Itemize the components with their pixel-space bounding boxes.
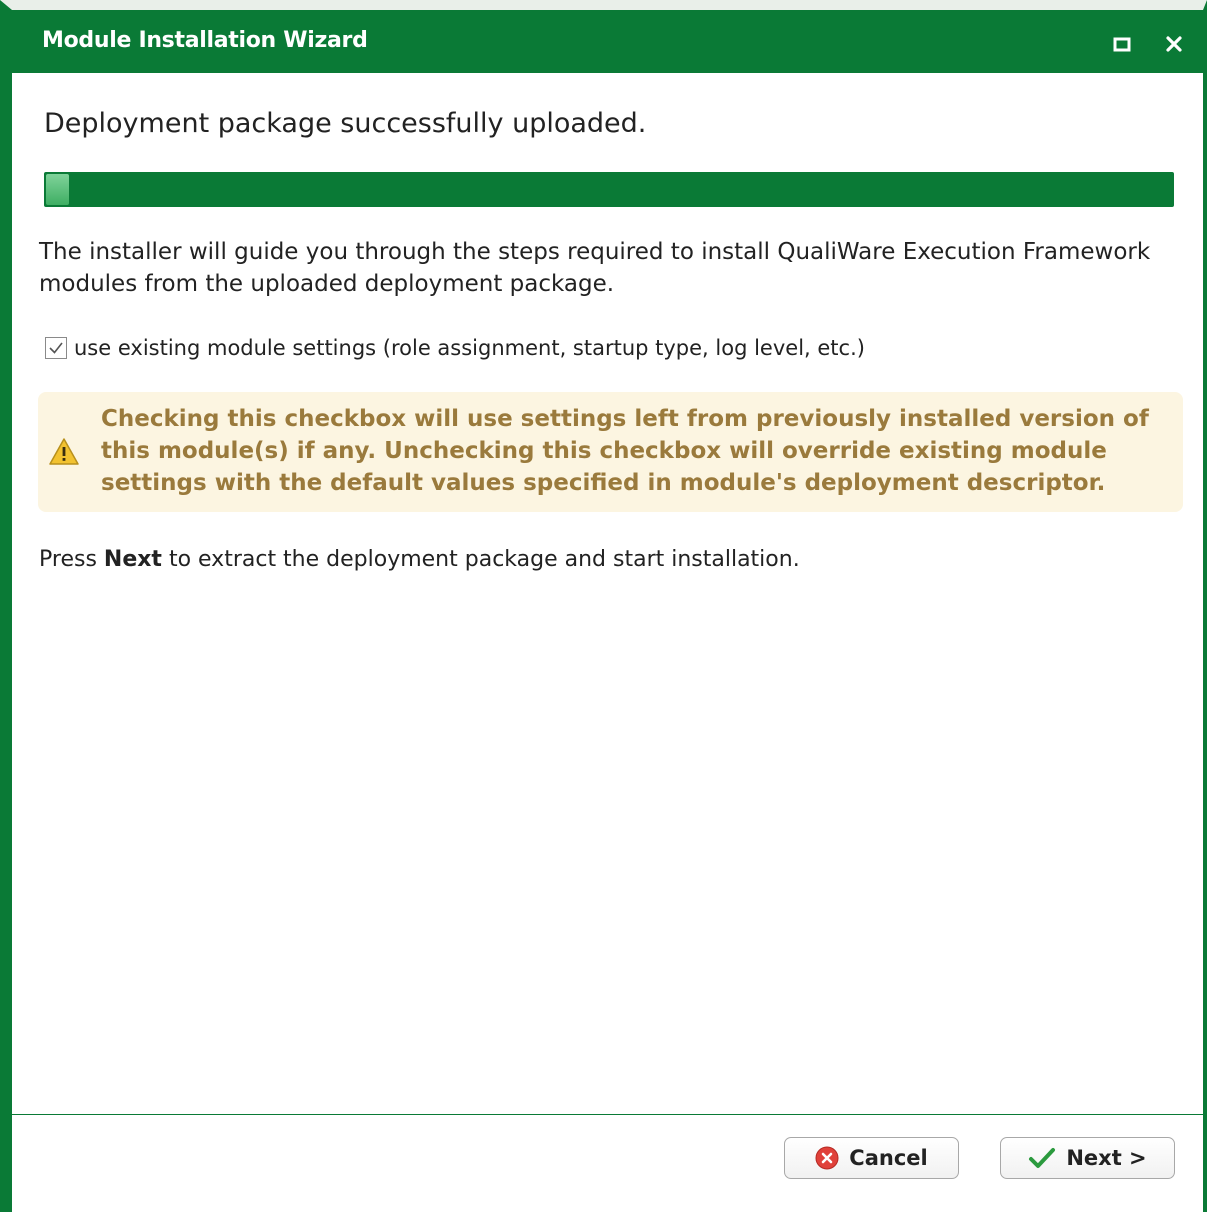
use-existing-settings-checkbox[interactable]	[45, 337, 67, 359]
warning-text: Checking this checkbox will use settings…	[101, 406, 1149, 496]
next-button[interactable]: Next >	[1000, 1137, 1175, 1179]
checkmark-icon	[49, 342, 63, 354]
progress-bar	[44, 172, 1174, 207]
progress-fill	[46, 174, 69, 205]
window-title: Module Installation Wizard	[42, 28, 368, 53]
warning-icon	[48, 437, 80, 471]
checkbox-label: use existing module settings (role assig…	[74, 336, 865, 360]
maximize-button[interactable]	[1110, 32, 1134, 56]
instruction-suffix: to extract the deployment package and st…	[161, 547, 800, 572]
installer-description: The installer will guide you through the…	[39, 239, 1151, 297]
cancel-label: Cancel	[849, 1146, 928, 1170]
close-button[interactable]	[1162, 32, 1186, 56]
status-heading: Deployment package successfully uploaded…	[44, 108, 647, 139]
wizard-footer: Cancel Next >	[12, 1114, 1203, 1212]
wizard-window: Module Installation Wizard Deployment pa…	[0, 0, 1207, 1212]
maximize-icon	[1113, 37, 1131, 52]
instruction-prefix: Press	[39, 547, 104, 572]
next-label: Next >	[1066, 1146, 1147, 1170]
cancel-button[interactable]: Cancel	[784, 1137, 959, 1179]
next-instruction: Press Next to extract the deployment pac…	[39, 547, 800, 572]
close-icon	[1166, 36, 1182, 52]
instruction-next-bold: Next	[103, 547, 162, 572]
warning-box: Checking this checkbox will use settings…	[38, 392, 1183, 512]
use-existing-settings-option[interactable]: use existing module settings (role assig…	[45, 335, 865, 361]
cancel-icon	[815, 1146, 839, 1170]
checkmark-icon	[1028, 1146, 1056, 1170]
title-bar: Module Installation Wizard	[12, 10, 1203, 73]
wizard-content: Deployment package successfully uploaded…	[12, 73, 1203, 1115]
